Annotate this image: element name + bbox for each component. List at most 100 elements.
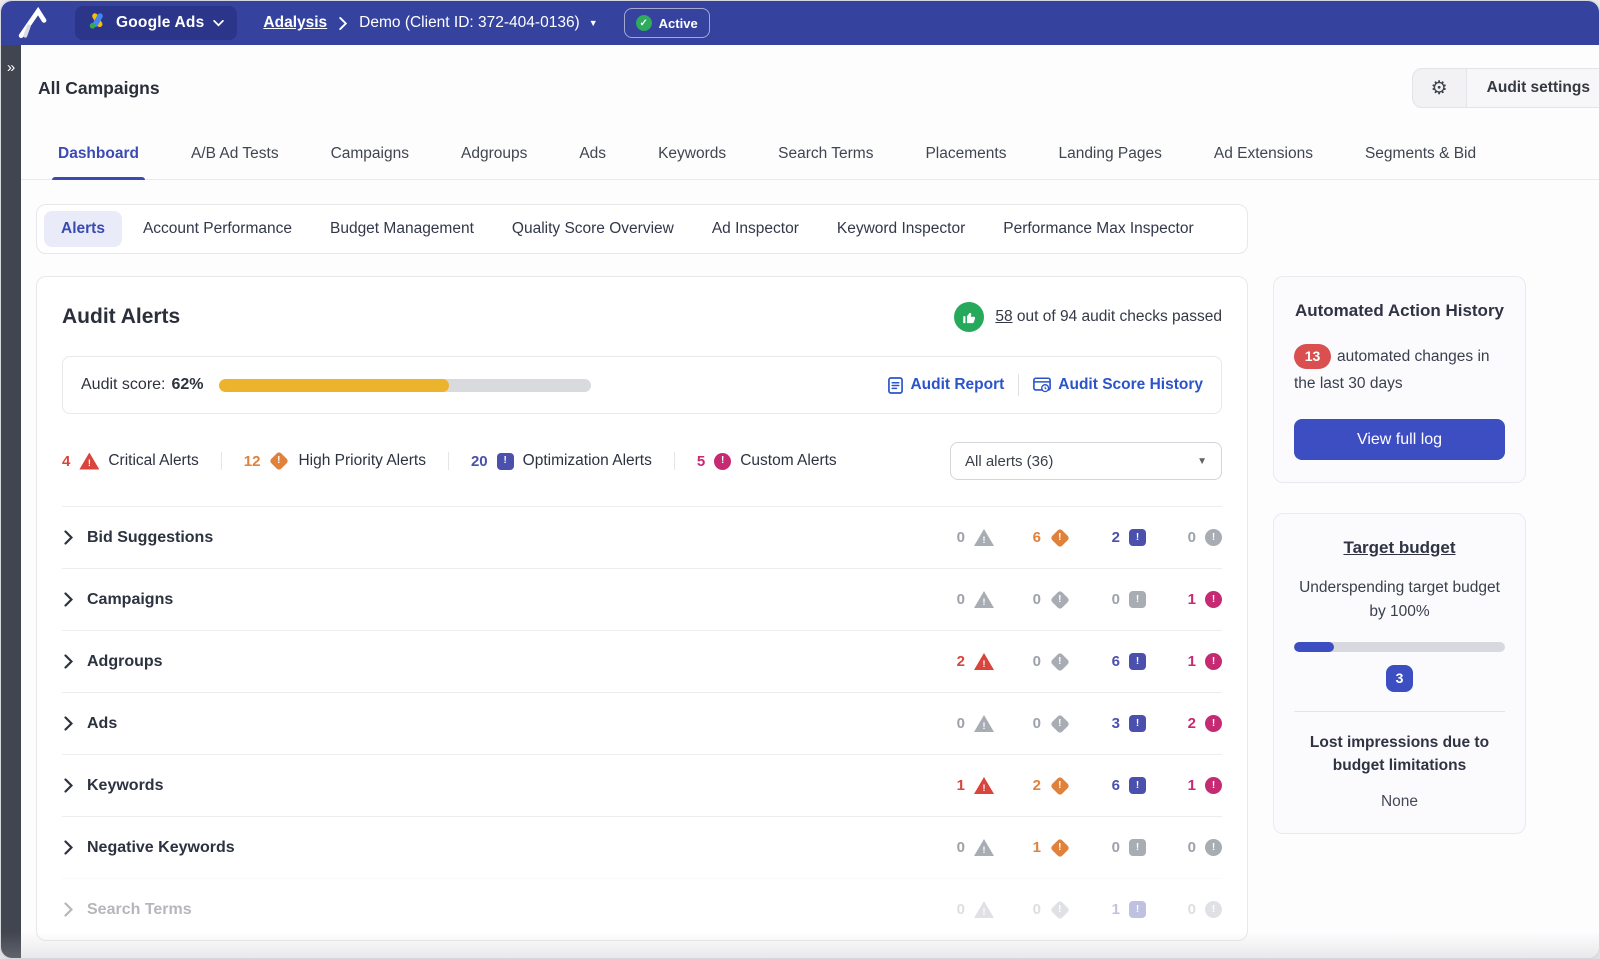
- subtab-performance-max-inspector[interactable]: Performance Max Inspector: [986, 211, 1210, 247]
- high-alert-icon: [1050, 590, 1070, 610]
- passed-count-link[interactable]: 58: [995, 308, 1012, 325]
- count-value: 6: [1112, 653, 1120, 670]
- tab-campaigns[interactable]: Campaigns: [329, 131, 411, 179]
- thumbs-up-icon: [954, 302, 984, 332]
- budget-count-badge[interactable]: 3: [1386, 665, 1413, 692]
- critical-alert-icon: [974, 591, 994, 608]
- view-full-log-button[interactable]: View full log: [1294, 419, 1505, 460]
- chevron-right-icon[interactable]: [64, 592, 73, 607]
- custom-alert-icon: [1205, 777, 1222, 794]
- row-label: Ads: [87, 715, 117, 733]
- audit-settings-button[interactable]: ⚙ Audit settings: [1412, 68, 1600, 108]
- count-value: 0: [957, 901, 965, 918]
- count-value: 0: [957, 839, 965, 856]
- count-value: 1: [1033, 839, 1041, 856]
- chevron-right-icon[interactable]: [64, 778, 73, 793]
- account-caret-icon: ▼: [589, 18, 598, 28]
- critical-alert-icon: [974, 777, 994, 794]
- alert-row-bid-suggestions[interactable]: Bid Suggestions0620: [62, 506, 1222, 568]
- summary-label: Custom Alerts: [740, 452, 836, 470]
- optimization-count-cell: 6: [1070, 777, 1146, 794]
- chevron-right-icon[interactable]: [64, 902, 73, 917]
- subtab-account-performance[interactable]: Account Performance: [126, 211, 309, 247]
- optimization-alert-icon: [1129, 529, 1146, 546]
- subtab-budget-management[interactable]: Budget Management: [313, 211, 491, 247]
- high-count-cell: 0: [994, 653, 1070, 670]
- double-chevron-right-icon: »: [7, 59, 15, 959]
- tab-adgroups[interactable]: Adgroups: [459, 131, 529, 179]
- alert-row-negative-keywords[interactable]: Negative Keywords0100: [62, 816, 1222, 878]
- count-value: 0: [957, 591, 965, 608]
- alerts-filter-dropdown[interactable]: All alerts (36) ▼: [950, 442, 1222, 480]
- gear-icon[interactable]: ⚙: [1413, 69, 1467, 107]
- count-value: 0: [1188, 839, 1196, 856]
- alert-row-keywords[interactable]: Keywords1261: [62, 754, 1222, 816]
- optimization-count-cell: 3: [1070, 715, 1146, 732]
- target-budget-link[interactable]: Target budget: [1294, 536, 1505, 560]
- account-selector[interactable]: Demo (Client ID: 372-404-0136) ▼: [359, 14, 597, 32]
- subtab-alerts[interactable]: Alerts: [44, 211, 122, 247]
- row-label: Bid Suggestions: [87, 529, 213, 547]
- adalysis-logo-icon[interactable]: [13, 5, 53, 41]
- tab-landing-pages[interactable]: Landing Pages: [1056, 131, 1163, 179]
- target-budget-card: Target budget Underspending target budge…: [1273, 513, 1526, 834]
- target-budget-subtitle: Underspending target budget by 100%: [1294, 576, 1505, 624]
- chevron-right-icon[interactable]: [64, 530, 73, 545]
- count-value: 0: [1033, 901, 1041, 918]
- custom-alert-icon: [714, 453, 731, 470]
- critical-alert-icon: [974, 653, 994, 670]
- count-value: 1: [1112, 901, 1120, 918]
- audit-score-fill: [219, 379, 450, 392]
- alert-row-search-terms[interactable]: Search Terms0010: [62, 878, 1222, 940]
- tab-segments-bid[interactable]: Segments & Bid: [1363, 131, 1478, 179]
- count-value: 0: [1112, 839, 1120, 856]
- tab-a-b-ad-tests[interactable]: A/B Ad Tests: [189, 131, 281, 179]
- summary-label: High Priority Alerts: [298, 452, 425, 470]
- tab-ad-extensions[interactable]: Ad Extensions: [1212, 131, 1315, 179]
- changes-count-badge: 13: [1294, 344, 1331, 369]
- custom-count-cell: 0: [1146, 839, 1222, 856]
- subtab-quality-score-overview[interactable]: Quality Score Overview: [495, 211, 691, 247]
- subtab-keyword-inspector[interactable]: Keyword Inspector: [820, 211, 982, 247]
- google-ads-account-switcher[interactable]: Google Ads: [75, 6, 237, 40]
- chevron-right-icon[interactable]: [64, 654, 73, 669]
- optimization-alert-icon: [1129, 901, 1146, 918]
- audit-report-link[interactable]: Audit Report: [888, 376, 1004, 394]
- summary-count: 20: [471, 453, 488, 470]
- audit-score-history-link[interactable]: Audit Score History: [1033, 376, 1203, 394]
- count-value: 1: [1188, 591, 1196, 608]
- optimization-alert-icon: [1129, 839, 1146, 856]
- alert-summary-optimization: 20Optimization Alerts: [471, 452, 675, 470]
- high-alert-icon: [1050, 652, 1070, 672]
- automated-action-history-card: Automated Action History 13automated cha…: [1273, 276, 1526, 483]
- alert-row-adgroups[interactable]: Adgroups2061: [62, 630, 1222, 692]
- breadcrumb-app-link[interactable]: Adalysis: [263, 14, 327, 32]
- optimization-count-cell: 6: [1070, 653, 1146, 670]
- row-label: Adgroups: [87, 653, 163, 671]
- tab-ads[interactable]: Ads: [577, 131, 608, 179]
- tab-placements[interactable]: Placements: [923, 131, 1008, 179]
- summary-count: 4: [62, 453, 70, 470]
- alert-row-ads[interactable]: Ads0032: [62, 692, 1222, 754]
- chevron-right-icon[interactable]: [64, 840, 73, 855]
- tab-search-terms[interactable]: Search Terms: [776, 131, 875, 179]
- optimization-alert-icon: [1129, 591, 1146, 608]
- tab-dashboard[interactable]: Dashboard: [56, 131, 141, 179]
- custom-count-cell: 1: [1146, 777, 1222, 794]
- count-value: 0: [1033, 653, 1041, 670]
- subtab-ad-inspector[interactable]: Ad Inspector: [695, 211, 816, 247]
- audit-alerts-card: Audit Alerts 58 out of 94 audit checks p…: [36, 276, 1248, 941]
- custom-alert-icon: [1205, 839, 1222, 856]
- alert-row-campaigns[interactable]: Campaigns0001: [62, 568, 1222, 630]
- critical-alert-icon: [974, 839, 994, 856]
- sidebar-expand-handle[interactable]: »: [1, 45, 21, 959]
- count-value: 2: [1188, 715, 1196, 732]
- count-value: 2: [957, 653, 965, 670]
- high-count-cell: 0: [994, 591, 1070, 608]
- history-icon: [1033, 377, 1051, 393]
- custom-alert-icon: [1205, 715, 1222, 732]
- summary-label: Critical Alerts: [108, 452, 198, 470]
- lost-impressions-value: None: [1294, 793, 1505, 811]
- chevron-right-icon[interactable]: [64, 716, 73, 731]
- tab-keywords[interactable]: Keywords: [656, 131, 728, 179]
